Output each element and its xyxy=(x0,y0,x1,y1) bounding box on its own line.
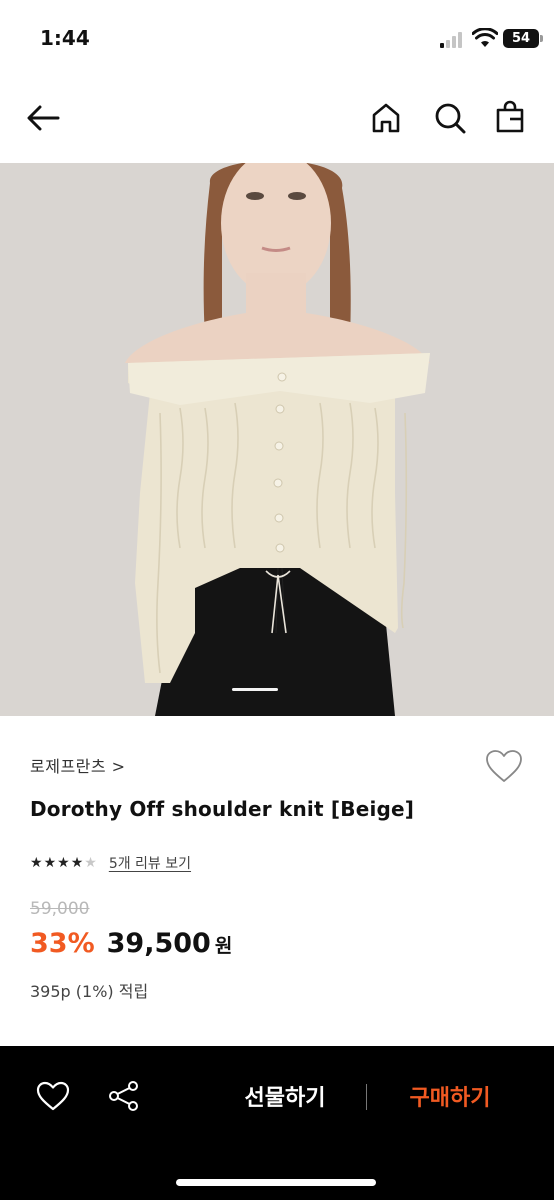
search-icon xyxy=(435,103,466,134)
cart-button[interactable] xyxy=(490,98,530,138)
back-button[interactable] xyxy=(24,98,64,138)
reward-points: 395p (1%) 적립 xyxy=(30,982,149,1001)
status-time: 1:44 xyxy=(40,26,90,50)
brand-link[interactable]: 로제프란츠 > xyxy=(30,753,126,777)
shopping-bag-icon xyxy=(496,100,524,133)
home-button[interactable] xyxy=(366,98,406,138)
home-icon xyxy=(372,103,400,133)
sale-price: 39,500 xyxy=(106,928,211,959)
share-icon xyxy=(109,1081,138,1111)
arrow-left-icon xyxy=(27,105,60,131)
like-button[interactable] xyxy=(35,1080,71,1112)
search-button[interactable] xyxy=(430,98,470,138)
rating-row: ★ ★ ★ ★ ★ 5개 리뷰 보기 xyxy=(30,853,191,873)
product-title: Dorothy Off shoulder knit [Beige] xyxy=(30,797,415,821)
bottom-action-bar: 선물하기 구매하기 xyxy=(0,1046,554,1200)
star-empty-icon: ★ xyxy=(84,855,97,871)
star-rating: ★ ★ ★ ★ ★ xyxy=(30,853,97,873)
battery-cap xyxy=(540,35,543,42)
discount-rate: 33% xyxy=(30,928,95,959)
gift-button[interactable]: 선물하기 xyxy=(225,1080,345,1112)
carousel-indicator xyxy=(232,688,278,691)
product-image[interactable] xyxy=(0,163,554,716)
navigation-bar xyxy=(0,88,554,150)
heart-icon xyxy=(36,1081,70,1111)
original-price: 59,000 xyxy=(30,899,90,919)
review-link[interactable]: 5개 리뷰 보기 xyxy=(109,853,191,873)
home-indicator xyxy=(176,1179,376,1186)
buy-button[interactable]: 구매하기 xyxy=(390,1080,510,1112)
share-button[interactable] xyxy=(107,1079,141,1113)
star-icon: ★ xyxy=(57,855,70,871)
battery-icon: 54 xyxy=(503,29,539,48)
status-bar: 1:44 54 xyxy=(0,0,554,80)
currency-unit: 원 xyxy=(214,935,233,957)
product-photo xyxy=(0,163,554,716)
divider xyxy=(366,1084,367,1110)
signal-icon xyxy=(440,31,466,48)
wifi-icon xyxy=(471,27,499,48)
star-icon: ★ xyxy=(70,855,84,871)
star-icon: ★ xyxy=(43,855,57,871)
price-row: 33% 39,500 원 xyxy=(30,928,232,959)
wishlist-button[interactable] xyxy=(484,748,524,784)
heart-icon xyxy=(486,750,522,782)
star-icon: ★ xyxy=(30,855,43,871)
